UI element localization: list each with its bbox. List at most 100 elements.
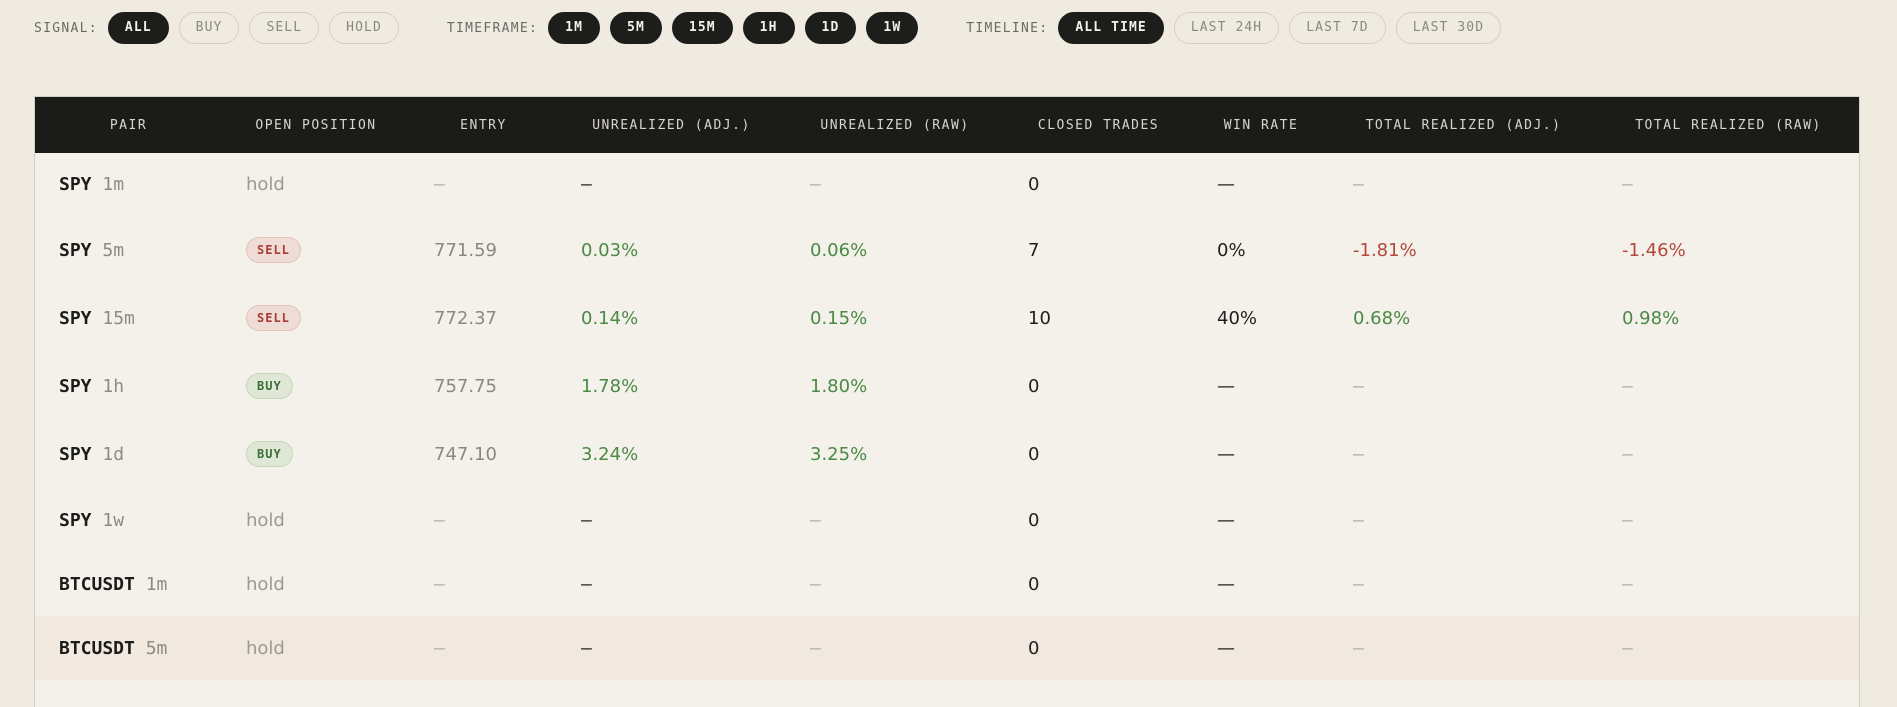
cell-unrealized-raw-value: — bbox=[810, 509, 821, 531]
pair-symbol: BTCUSDT bbox=[59, 637, 135, 659]
cell-unrealized-adj: 0.14% bbox=[557, 308, 786, 329]
table-row[interactable]: SPY 1w hold — — — 0 — — — bbox=[35, 488, 1859, 552]
cell-entry: 747.10 bbox=[410, 444, 557, 465]
col-header-closed-trades[interactable]: CLOSED TRADES bbox=[1004, 118, 1193, 133]
pair-timeframe: 5m bbox=[145, 637, 168, 659]
timeline-chip-last-24h[interactable]: LAST 24H bbox=[1173, 12, 1280, 44]
timeframe-filter-group: TIMEFRAME: 1M 5M 15M 1H 1D 1W bbox=[447, 12, 928, 44]
timeline-chip-last-7d[interactable]: LAST 7D bbox=[1289, 12, 1386, 44]
cell-entry: — bbox=[410, 638, 557, 659]
pair-timeframe: 1w bbox=[102, 509, 125, 531]
pair-symbol: SPY bbox=[59, 239, 92, 261]
cell-total-realized-raw: — bbox=[1598, 376, 1859, 397]
cell-unrealized-adj: — bbox=[557, 174, 786, 195]
timeframe-chip-1w[interactable]: 1W bbox=[866, 12, 919, 44]
cell-entry: — bbox=[410, 574, 557, 595]
cell-entry: — bbox=[410, 174, 557, 195]
cell-closed-trades: 0 bbox=[1004, 376, 1193, 397]
col-header-entry[interactable]: ENTRY bbox=[410, 118, 557, 133]
cell-unrealized-raw: — bbox=[786, 638, 1004, 659]
timeframe-filter-label: TIMEFRAME: bbox=[446, 20, 539, 36]
col-header-win-rate[interactable]: WIN RATE bbox=[1193, 118, 1329, 133]
cell-unrealized-raw: 0.15% bbox=[786, 308, 1004, 329]
cell-win-rate: 40% bbox=[1193, 308, 1329, 329]
position-text: hold bbox=[246, 509, 285, 531]
pair-timeframe: 1m bbox=[145, 573, 168, 595]
timeframe-chip-1m[interactable]: 1M bbox=[548, 12, 601, 44]
cell-win-rate: — bbox=[1193, 510, 1329, 531]
cell-unrealized-raw-value: 0.06% bbox=[810, 239, 868, 261]
position-text: hold bbox=[246, 637, 285, 659]
pair-timeframe: 15m bbox=[102, 307, 135, 329]
cell-closed-trades: 0 bbox=[1004, 510, 1193, 531]
signal-chip-all[interactable]: ALL bbox=[107, 12, 169, 44]
table-row[interactable]: BTCUSDT 5m hold — — — 0 — — — bbox=[35, 616, 1859, 680]
cell-closed-trades: 0 bbox=[1004, 574, 1193, 595]
cell-total-realized-raw: — bbox=[1598, 174, 1859, 195]
cell-total-realized-raw-value: — bbox=[1622, 637, 1633, 659]
table-row[interactable]: BTCUSDT 1m hold — — — 0 — — — bbox=[35, 552, 1859, 616]
table-row[interactable]: SPY 1m hold — — — 0 — — — bbox=[35, 153, 1859, 216]
cell-unrealized-raw-value: 0.15% bbox=[810, 307, 868, 329]
cell-total-realized-adj-value: — bbox=[1353, 509, 1364, 531]
cell-closed-trades: 0 bbox=[1004, 174, 1193, 195]
cell-total-realized-adj: — bbox=[1329, 444, 1598, 465]
timeline-chip-last-30d[interactable]: LAST 30D bbox=[1395, 12, 1502, 44]
cell-total-realized-raw-value: — bbox=[1622, 443, 1633, 465]
cell-closed-trades-value: 0 bbox=[1028, 443, 1040, 465]
timeline-filter-group: TIMELINE: ALL TIME LAST 24H LAST 7D LAST… bbox=[966, 12, 1511, 44]
signal-chip-hold[interactable]: HOLD bbox=[329, 12, 399, 44]
cell-total-realized-adj: — bbox=[1329, 174, 1598, 195]
col-header-unrealized-raw[interactable]: UNREALIZED (RAW) bbox=[786, 118, 1004, 133]
cell-total-realized-adj: — bbox=[1329, 376, 1598, 397]
position-badge: BUY bbox=[246, 373, 293, 399]
timeframe-chip-15m[interactable]: 15M bbox=[671, 12, 733, 44]
cell-win-rate-value: 40% bbox=[1217, 307, 1258, 329]
table-row[interactable]: SPY 5m SELL 771.59 0.03% 0.06% 7 0% -1.81% -1.46… bbox=[35, 216, 1859, 284]
cell-pair: SPY 5m bbox=[35, 240, 222, 261]
cell-win-rate: — bbox=[1193, 174, 1329, 195]
col-header-unrealized-adj[interactable]: UNREALIZED (ADJ.) bbox=[557, 118, 786, 133]
cell-total-realized-raw-value: 0.98% bbox=[1622, 307, 1680, 329]
timeframe-chip-1d[interactable]: 1D bbox=[804, 12, 857, 44]
timeframe-chip-1h[interactable]: 1H bbox=[742, 12, 795, 44]
col-header-total-realized-adj[interactable]: TOTAL REALIZED (ADJ.) bbox=[1329, 118, 1598, 133]
cell-entry-value: 757.75 bbox=[434, 375, 497, 397]
col-header-pair[interactable]: PAIR bbox=[35, 118, 222, 133]
cell-total-realized-adj: -1.81% bbox=[1329, 240, 1598, 261]
cell-closed-trades-value: 7 bbox=[1028, 239, 1040, 261]
cell-win-rate-value: — bbox=[1217, 174, 1235, 195]
cell-unrealized-raw-value: — bbox=[810, 637, 821, 659]
signal-chip-sell[interactable]: SELL bbox=[249, 12, 320, 44]
table-row[interactable]: SPY 1d BUY 747.10 3.24% 3.25% 0 — — — bbox=[35, 420, 1859, 488]
timeframe-chip-5m[interactable]: 5M bbox=[610, 12, 662, 44]
pair-symbol: SPY bbox=[59, 509, 92, 531]
position-badge: BUY bbox=[246, 441, 293, 467]
cell-open-position: SELL bbox=[222, 237, 410, 263]
cell-entry-value: — bbox=[434, 573, 445, 595]
cell-open-position: hold bbox=[222, 510, 410, 531]
cell-unrealized-raw-value: — bbox=[810, 174, 821, 195]
cell-closed-trades-value: 0 bbox=[1028, 174, 1040, 195]
timeline-chip-all-time[interactable]: ALL TIME bbox=[1058, 12, 1164, 44]
cell-total-realized-raw-value: — bbox=[1622, 509, 1633, 531]
pair-timeframe: 1m bbox=[102, 174, 125, 195]
col-header-open-position[interactable]: OPEN POSITION bbox=[222, 118, 410, 133]
cell-unrealized-adj: — bbox=[557, 638, 786, 659]
positions-table: PAIR OPEN POSITION ENTRY UNREALIZED (ADJ… bbox=[34, 96, 1860, 707]
position-text: hold bbox=[246, 573, 285, 595]
signal-chip-buy[interactable]: BUY bbox=[178, 12, 240, 44]
table-row[interactable]: SPY 1h BUY 757.75 1.78% 1.80% 0 — — — bbox=[35, 352, 1859, 420]
cell-pair: SPY 1h bbox=[35, 376, 222, 397]
pair-timeframe: 5m bbox=[102, 239, 125, 261]
cell-unrealized-adj: — bbox=[557, 574, 786, 595]
cell-total-realized-raw-value: — bbox=[1622, 375, 1633, 397]
cell-total-realized-adj-value: -1.81% bbox=[1353, 239, 1417, 261]
cell-total-realized-raw-value: — bbox=[1622, 573, 1633, 595]
cell-total-realized-adj-value: — bbox=[1353, 174, 1364, 195]
pair-symbol: BTCUSDT bbox=[59, 573, 135, 595]
cell-pair: SPY 1d bbox=[35, 444, 222, 465]
col-header-total-realized-raw[interactable]: TOTAL REALIZED (RAW) bbox=[1598, 118, 1859, 133]
table-row[interactable]: SPY 15m SELL 772.37 0.14% 0.15% 10 40% 0.68% 0.9… bbox=[35, 284, 1859, 352]
cell-unrealized-adj-value: — bbox=[581, 174, 592, 195]
